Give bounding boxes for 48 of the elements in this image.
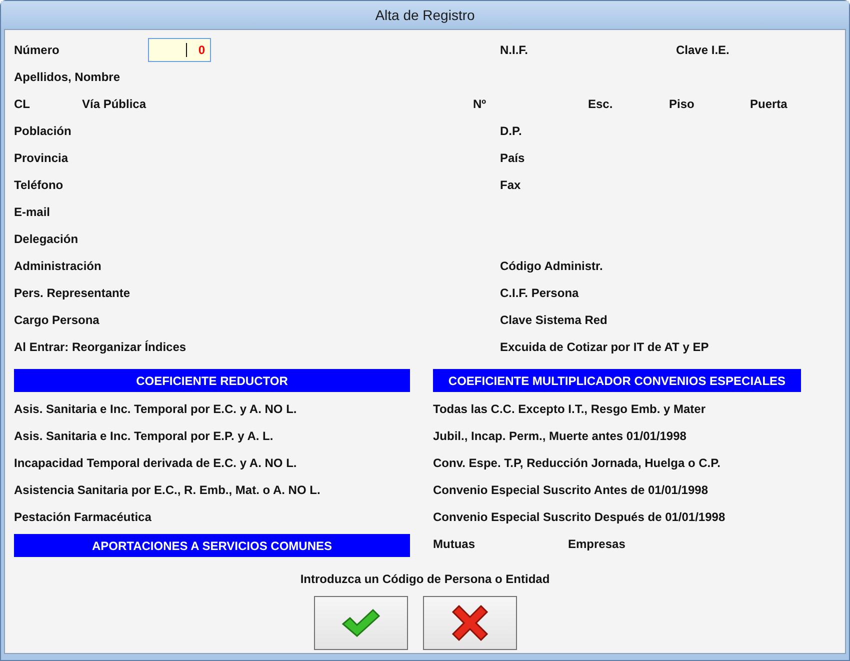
field-label: D.P. [500,124,522,138]
field-label: Empresas [568,536,626,550]
close-icon [451,604,489,642]
field-label: Todas las C.C. Excepto I.T., Resgo Emb. y Mater [433,402,706,416]
accept-button[interactable] [314,596,408,650]
field-label: Asis. Sanitaria e Inc. Temporal por E.P. y A. L. [14,428,274,442]
field-label: Pers. Representante [14,286,130,300]
field-label: Asis. Sanitaria e Inc. Temporal por E.C. y A. NO L. [14,402,297,416]
field-label: Convenio Especial Suscrito Antes de 01/01/1998 [433,482,708,496]
field-label: Población [14,124,72,138]
window-title: Alta de Registro [375,7,475,23]
field-label: Provincia [14,150,68,164]
section-header: COEFICIENTE REDUCTOR [14,369,410,392]
field-label: Incapacidad Temporal derivada de E.C. y A. NO L. [14,456,297,470]
field-label: Pestación Farmacéutica [14,510,152,524]
field-label: Apellidos, Nombre [14,70,120,84]
field-label: País [500,150,525,164]
check-icon [341,608,381,638]
field-label: Jubil., Incap. Perm., Muerte antes 01/01/1998 [433,428,686,442]
field-label: Administración [14,258,102,272]
field-label: E-mail [14,204,50,218]
section-header: APORTACIONES A SERVICIOS COMUNES [14,534,410,557]
field-label: Código Administr. [500,258,603,272]
field-label: Delegación [14,232,78,246]
field-label: Esc. [588,96,614,110]
field-label: Número [14,42,60,56]
field-label: Vía Pública [82,96,146,110]
field-label: Clave I.E. [676,42,730,56]
field-label: CL [14,96,31,110]
field-label: C.I.F. Persona [500,286,579,300]
field-label: Asistencia Sanitaria por E.C., R. Emb., Mat. o A. NO L. [14,482,320,496]
status-message: Introduzca un Código de Persona o Entidad [300,572,550,586]
field-label: Nº [473,96,488,110]
field-label: Puerta [750,96,788,110]
cancel-button[interactable] [423,596,517,650]
field-label: Cargo Persona [14,312,100,326]
field-label: Convenio Especial Suscrito Después de 01/01/1998 [433,510,726,524]
field-label: Piso [669,96,696,110]
number-field[interactable]: 0 [148,38,211,62]
field-label: Al Entrar: Reorganizar Índices [14,340,186,354]
field-label: Fax [500,178,521,192]
section-header: COEFICIENTE MULTIPLICADOR CONVENIOS ESPECIALES [433,369,801,392]
field-label: N.I.F. [500,42,530,56]
field-label: Clave Sistema Red [500,312,608,326]
field-label: Teléfono [14,178,64,192]
field-label: Mutuas [433,536,476,550]
field-label: Excuida de Cotizar por IT de AT y EP [500,340,709,354]
field-label: Conv. Espe. T.P, Reducción Jornada, Huelga o C.P. [433,456,720,470]
